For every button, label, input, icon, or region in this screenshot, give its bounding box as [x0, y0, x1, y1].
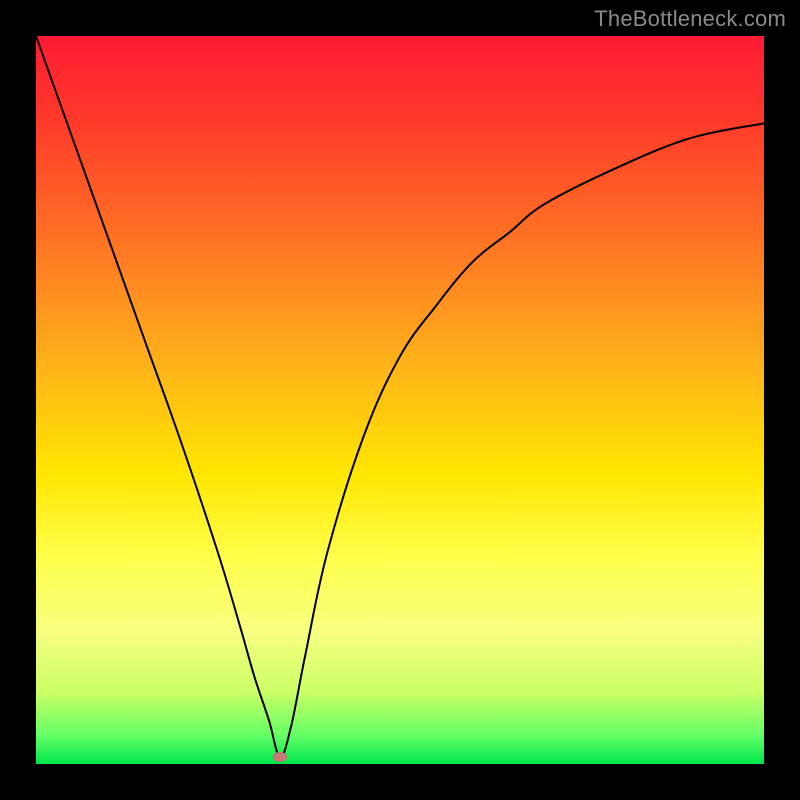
watermark-label: TheBottleneck.com [594, 6, 786, 32]
minimum-marker [273, 752, 287, 762]
chart-frame: TheBottleneck.com [0, 0, 800, 800]
bottleneck-curve [36, 36, 764, 764]
plot-area [36, 36, 764, 764]
